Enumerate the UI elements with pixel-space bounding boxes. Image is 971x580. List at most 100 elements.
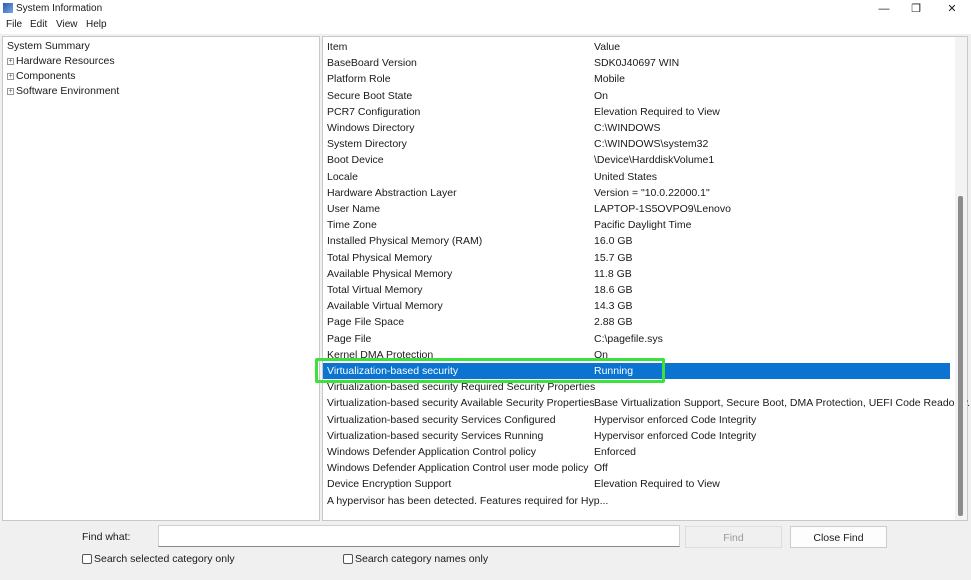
- cell-value: Version = "10.0.22000.1": [594, 186, 710, 199]
- close-button[interactable]: ✕: [935, 0, 969, 18]
- cell-item: User Name: [327, 203, 381, 215]
- minimize-button[interactable]: —: [867, 0, 901, 18]
- table-row[interactable]: A hypervisor has been detected. Features…: [323, 493, 950, 509]
- column-header-item[interactable]: Item: [327, 39, 347, 55]
- checkbox-label: Search selected category only: [94, 553, 235, 565]
- cell-item: Virtualization-based security Available …: [327, 397, 595, 410]
- cell-value: Base Virtualization Support, Secure Boot…: [594, 397, 971, 410]
- cell-item: Platform Role: [327, 73, 391, 86]
- search-category-names-checkbox[interactable]: Search category names only: [343, 553, 488, 565]
- cell-value: United States: [594, 170, 658, 183]
- search-selected-category-checkbox[interactable]: Search selected category only: [82, 553, 235, 565]
- cell-value: LAPTOP-1S5OVPO9\Lenovo: [594, 203, 731, 215]
- checkbox-box[interactable]: [343, 554, 353, 564]
- cell-value: Hypervisor enforced Code Integrity: [594, 429, 757, 442]
- cell-value: Enforced: [594, 446, 637, 458]
- checkbox-box[interactable]: [82, 554, 92, 564]
- menu-view[interactable]: View: [56, 19, 78, 30]
- cell-value: Off: [594, 462, 608, 475]
- find-button[interactable]: Find: [685, 526, 782, 548]
- cell-value: 18.6 GB: [594, 284, 633, 296]
- table-row[interactable]: Locale United States: [323, 169, 950, 185]
- find-what-label: Find what:: [82, 531, 131, 543]
- table-row[interactable]: User Name LAPTOP-1S5OVPO9\Lenovo: [323, 201, 950, 217]
- table-header: Item Value: [323, 39, 950, 55]
- cell-item: Secure Boot State: [327, 89, 413, 102]
- cell-item: Installed Physical Memory (RAM): [327, 235, 483, 248]
- table-row[interactable]: Secure Boot State On: [323, 88, 950, 104]
- tree-item-label: Components: [16, 70, 76, 82]
- cell-value: 16.0 GB: [594, 235, 633, 248]
- tree-item-software-environment[interactable]: + Software Environment: [7, 85, 119, 97]
- table-row[interactable]: Virtualization-based security Services R…: [323, 428, 950, 444]
- find-what-input[interactable]: [158, 525, 680, 547]
- table-row[interactable]: Windows Defender Application Control pol…: [323, 444, 950, 460]
- table-row[interactable]: Installed Physical Memory (RAM) 16.0 GB: [323, 233, 950, 249]
- tree-item-system-summary[interactable]: System Summary: [7, 40, 90, 52]
- cell-value: \Device\HarddiskVolume1: [594, 154, 715, 167]
- table-row[interactable]: Boot Device \Device\HarddiskVolume1: [323, 152, 950, 168]
- cell-item: Windows Directory: [327, 122, 415, 134]
- expand-icon[interactable]: +: [7, 87, 14, 95]
- table-row[interactable]: Hardware Abstraction Layer Version = "10.…: [323, 185, 950, 201]
- table-row[interactable]: Total Physical Memory 15.7 GB: [323, 250, 950, 266]
- cell-value: Mobile: [594, 73, 625, 86]
- menu-bar: File Edit View Help: [0, 18, 971, 34]
- cell-item: Available Physical Memory: [327, 267, 453, 280]
- table-row[interactable]: BaseBoard Version SDK0J40697 WIN: [323, 55, 950, 71]
- tree-item-hardware-resources[interactable]: + Hardware Resources: [7, 55, 115, 67]
- highlight-annotation-box: [315, 358, 665, 383]
- cell-item: Locale: [327, 170, 358, 183]
- menu-file[interactable]: File: [6, 19, 22, 30]
- table-row[interactable]: Page File C:\pagefile.sys: [323, 331, 950, 347]
- window-title: System Information: [16, 3, 103, 14]
- cell-value: 11.8 GB: [594, 267, 632, 280]
- cell-item: Total Virtual Memory: [327, 284, 423, 296]
- table-row[interactable]: Page File Space 2.88 GB: [323, 314, 950, 330]
- column-header-value[interactable]: Value: [594, 39, 620, 55]
- table-row[interactable]: Windows Defender Application Control use…: [323, 460, 950, 476]
- cell-item: Page File Space: [327, 316, 405, 329]
- table-row[interactable]: Available Physical Memory 11.8 GB: [323, 266, 950, 282]
- table-row[interactable]: Virtualization-based security Services C…: [323, 412, 950, 428]
- checkbox-label: Search category names only: [355, 553, 489, 565]
- cell-item: Time Zone: [327, 219, 377, 232]
- expand-icon[interactable]: +: [7, 72, 14, 80]
- table-row[interactable]: Available Virtual Memory 14.3 GB: [323, 298, 950, 314]
- tree-item-components[interactable]: + Components: [7, 70, 76, 82]
- cell-item: Device Encryption Support: [327, 478, 452, 491]
- cell-item: A hypervisor has been detected. Features…: [327, 494, 609, 507]
- table-row[interactable]: Virtualization-based security Available …: [323, 395, 971, 411]
- cell-item: Boot Device: [327, 154, 384, 167]
- scrollbar-thumb[interactable]: [958, 196, 963, 517]
- cell-item: Page File: [327, 332, 372, 345]
- table-row[interactable]: PCR7 Configuration Elevation Required to …: [323, 104, 950, 120]
- cell-item: System Directory: [327, 138, 407, 151]
- details-table: Item Value BaseBoard Version SDK0J40697 W…: [322, 36, 971, 521]
- title-bar: System Information — ❐ ✕: [0, 0, 971, 18]
- cell-value: Hypervisor enforced Code Integrity: [594, 413, 757, 426]
- cell-value: Pacific Daylight Time: [594, 219, 692, 232]
- vertical-scrollbar[interactable]: [955, 37, 967, 520]
- cell-value: Elevation Required to View: [594, 478, 720, 491]
- menu-help[interactable]: Help: [86, 19, 107, 30]
- table-row[interactable]: Platform Role Mobile: [323, 71, 950, 87]
- table-row[interactable]: Windows Directory C:\WINDOWS: [323, 120, 950, 136]
- table-row[interactable]: Total Virtual Memory 18.6 GB: [323, 282, 950, 298]
- cell-value: C:\WINDOWS\system32: [594, 138, 709, 151]
- cell-item: Total Physical Memory: [327, 251, 433, 264]
- tree-item-label: Hardware Resources: [16, 55, 115, 67]
- app-icon: [3, 3, 13, 13]
- table-row[interactable]: Device Encryption Support Elevation Requi…: [323, 476, 950, 492]
- restore-button[interactable]: ❐: [899, 0, 933, 18]
- cell-item: Virtualization-based security Services C…: [327, 413, 556, 426]
- menu-edit[interactable]: Edit: [30, 19, 47, 30]
- cell-item: PCR7 Configuration: [327, 105, 421, 118]
- close-find-button[interactable]: Close Find: [790, 526, 887, 548]
- cell-item: Available Virtual Memory: [327, 300, 443, 313]
- table-row[interactable]: System Directory C:\WINDOWS\system32: [323, 136, 950, 152]
- expand-icon[interactable]: +: [7, 57, 14, 65]
- table-row[interactable]: Time Zone Pacific Daylight Time: [323, 217, 950, 233]
- cell-value: On: [594, 89, 609, 102]
- cell-value: Elevation Required to View: [594, 105, 720, 118]
